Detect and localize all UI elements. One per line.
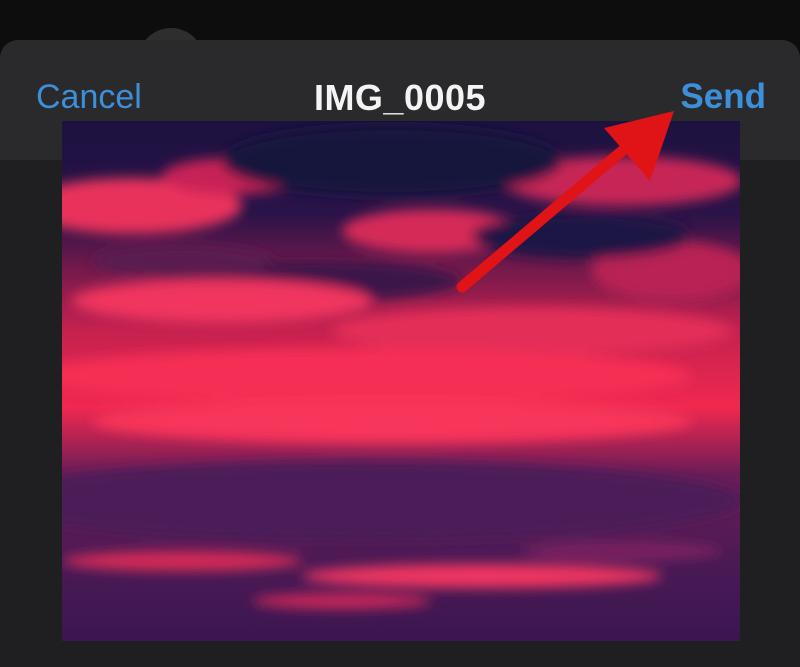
photo-preview: [62, 121, 740, 641]
screen: Cancel IMG_0005 Send: [0, 0, 800, 667]
send-button[interactable]: Send: [680, 77, 766, 117]
sunset-sky-image: [62, 121, 740, 641]
background-status-area: [0, 0, 800, 42]
